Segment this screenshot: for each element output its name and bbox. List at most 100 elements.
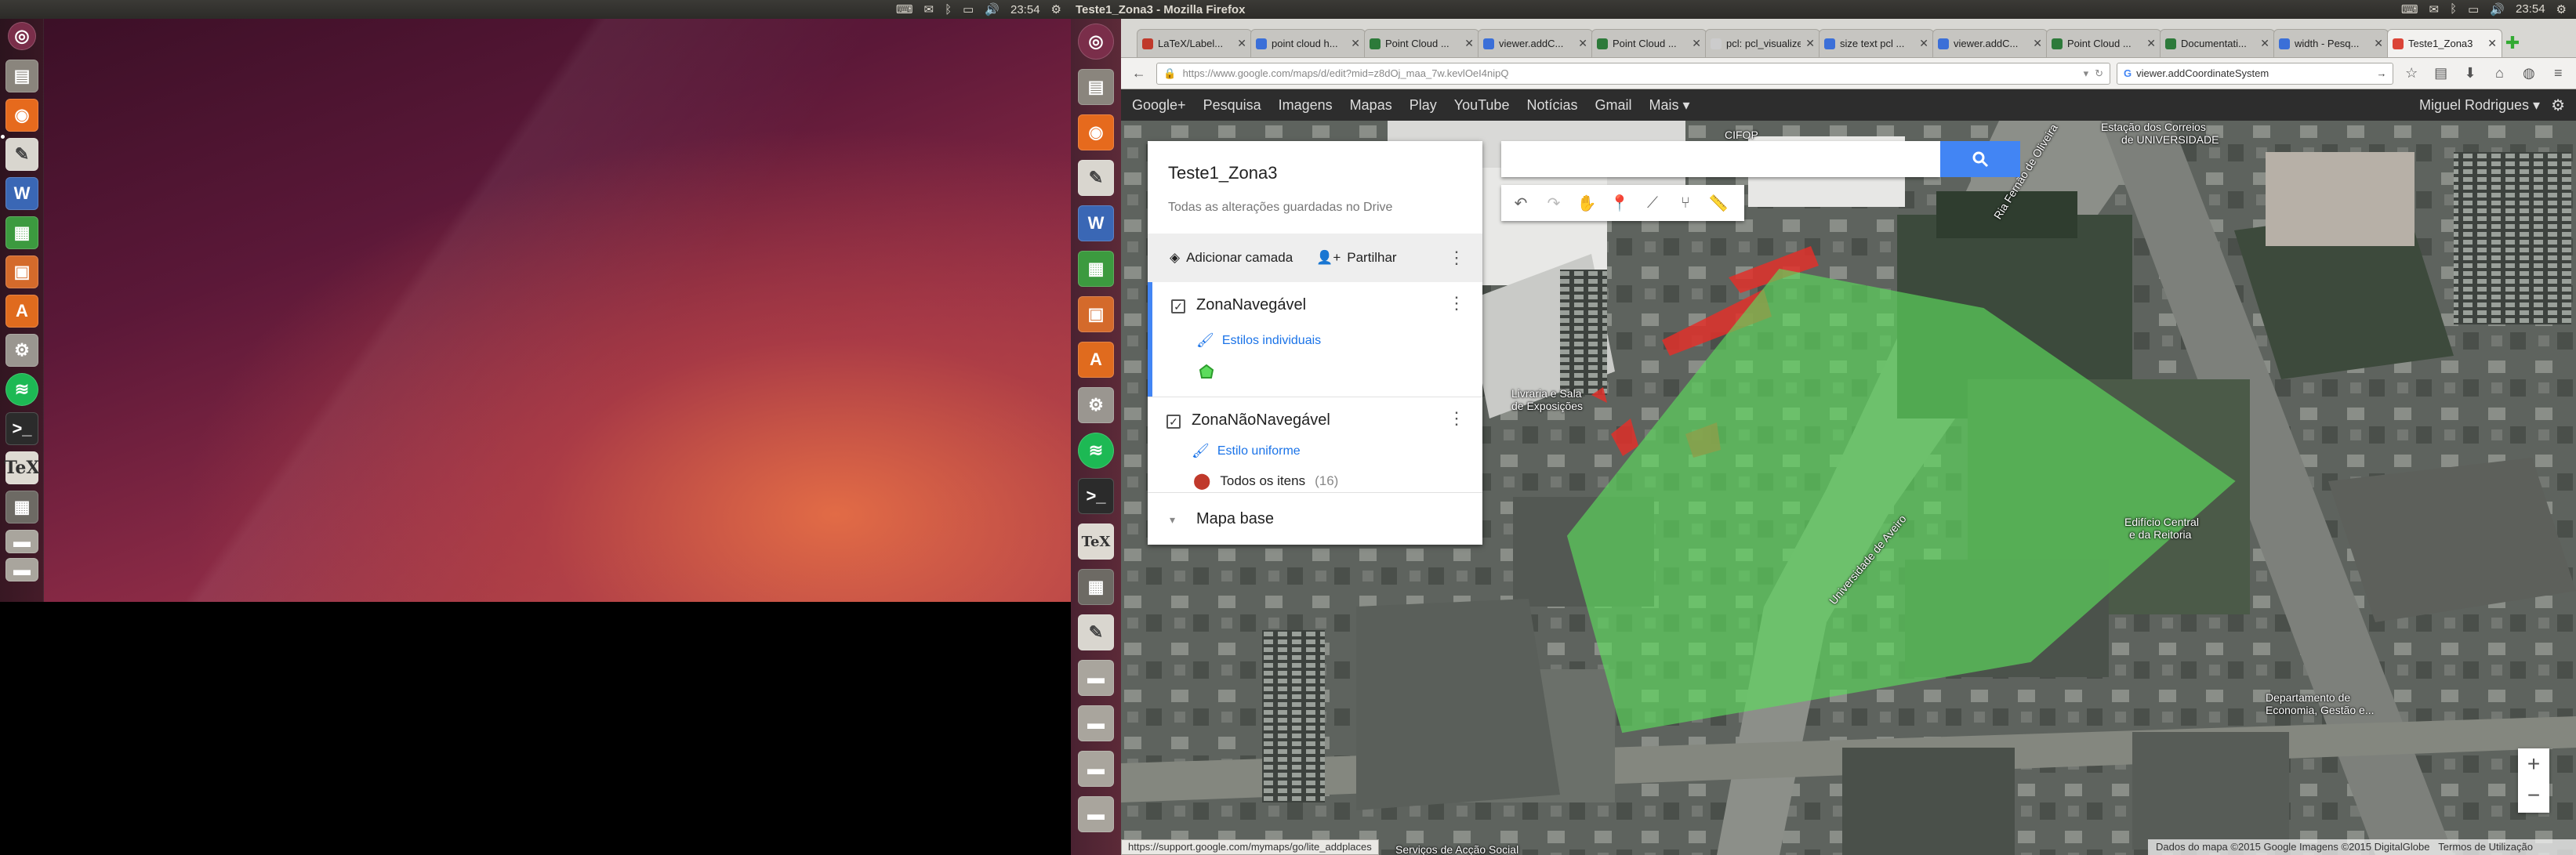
settings-icon[interactable]: ⚙ (5, 334, 38, 367)
spotify-icon[interactable]: ≋ (1078, 433, 1114, 469)
close-tab-icon[interactable]: ✕ (1464, 37, 1474, 50)
mail-icon[interactable]: ✉ (924, 2, 934, 16)
all-items-row[interactable]: ⬤ Todos os itens (16) (1193, 471, 1338, 491)
battery-icon[interactable]: ▭ (963, 2, 974, 16)
close-tab-icon[interactable]: ✕ (1805, 37, 1815, 50)
close-tab-icon[interactable]: ✕ (1578, 37, 1587, 50)
tab-11[interactable]: Teste1_Zona3 ✕ (2387, 29, 2502, 57)
undo-icon[interactable]: ↶ (1506, 188, 1536, 218)
editor-icon-2[interactable]: ✎ (1078, 614, 1114, 650)
close-tab-icon[interactable]: ✕ (2487, 37, 2497, 50)
polygon-feature-icon[interactable] (1198, 364, 1215, 381)
map-title[interactable]: Teste1_Zona3 (1168, 163, 1277, 183)
calc-icon[interactable]: ▦ (5, 216, 38, 249)
text-editor-icon[interactable]: ✎ (5, 138, 38, 171)
text-editor-icon[interactable]: ✎ (1078, 160, 1114, 196)
tab-4[interactable]: Point Cloud ... ✕ (1591, 29, 1707, 57)
layer2-name[interactable]: ZonaNãoNavegável (1192, 411, 1330, 429)
share-button[interactable]: 👤+ Partilhar (1316, 250, 1396, 266)
marker-icon[interactable]: 📍 (1605, 188, 1634, 218)
tab-0[interactable]: LaTeX/Label... ✕ (1137, 29, 1252, 57)
close-tab-icon[interactable]: ✕ (1919, 37, 1928, 50)
google-link-8[interactable]: Mais ▾ (1649, 97, 1690, 114)
dropdown-icon[interactable]: ▾ (2084, 67, 2089, 80)
drive-icon[interactable]: ▬ (1078, 660, 1114, 696)
tab-8[interactable]: Point Cloud ... ✕ (2046, 29, 2161, 57)
volume-icon[interactable]: 🔊 (2490, 2, 2505, 16)
volume-icon[interactable]: 🔊 (985, 2, 1000, 16)
drive-icon[interactable]: ▬ (5, 530, 38, 553)
home-icon[interactable]: ⌂ (2488, 62, 2511, 85)
star-icon[interactable]: ☆ (2400, 62, 2422, 85)
texmaker-icon[interactable]: TeX (5, 451, 39, 484)
hand-icon[interactable]: ✋ (1572, 188, 1602, 218)
terminal-icon[interactable]: >_ (5, 412, 38, 445)
url-bar[interactable]: 🔒 https://www.google.com/maps/d/edit?mid… (1156, 62, 2110, 85)
tab-1[interactable]: point cloud h... ✕ (1250, 29, 1366, 57)
map-search-button[interactable] (1940, 141, 2020, 177)
new-tab-icon[interactable]: ✚ (2501, 29, 2524, 57)
close-tab-icon[interactable]: ✕ (2374, 37, 2383, 50)
keyboard-icon[interactable]: ⌨ (2401, 2, 2418, 16)
reload-icon[interactable]: ↻ (2095, 67, 2103, 80)
firefox-icon[interactable]: ◉ (1078, 114, 1114, 150)
google-link-7[interactable]: Gmail (1595, 97, 1631, 114)
layer-zona-nao-navegavel[interactable]: ✓ ZonaNãoNavegável ⋮ 🖌 Estilo uniforme ⬤… (1148, 397, 1482, 491)
layer2-checkbox[interactable]: ✓ (1166, 415, 1181, 429)
files-icon[interactable]: ▤ (1078, 69, 1114, 105)
files-icon[interactable]: ▤ (5, 60, 38, 92)
drive-icon-3[interactable]: ▬ (1078, 751, 1114, 787)
dash-icon[interactable]: ◎ (8, 22, 36, 50)
terms-link[interactable]: Termos de Utilização (2438, 841, 2533, 853)
close-tab-icon[interactable]: ✕ (2260, 37, 2269, 50)
user-menu[interactable]: Miguel Rodrigues ▾ (2419, 97, 2540, 114)
redo-icon[interactable]: ↷ (1539, 188, 1569, 218)
drive-icon-4[interactable]: ▬ (1078, 796, 1114, 832)
google-link-4[interactable]: Play (1410, 97, 1437, 114)
tab-2[interactable]: Point Cloud ... ✕ (1364, 29, 1479, 57)
tab-10[interactable]: width - Pesq... ✕ (2273, 29, 2389, 57)
search-go-icon[interactable]: → (2376, 67, 2386, 79)
directions-icon[interactable]: ⑂ (1671, 188, 1700, 218)
dash-icon[interactable]: ◎ (1078, 24, 1114, 60)
impress-icon[interactable]: ▣ (5, 255, 38, 288)
settings-icon[interactable]: ⚙ (1078, 387, 1114, 423)
draw-line-icon[interactable]: ⟋ (1638, 188, 1667, 218)
workspace-switcher-icon[interactable]: ▦ (5, 491, 38, 524)
power-gear-icon[interactable]: ⚙ (2556, 2, 2567, 16)
chat-icon[interactable]: ◍ (2517, 62, 2540, 85)
bookmarks-icon[interactable]: ▤ (2429, 62, 2452, 85)
close-tab-icon[interactable]: ✕ (2146, 37, 2156, 50)
gear-icon[interactable]: ⚙ (2551, 96, 2565, 115)
close-tab-icon[interactable]: ✕ (1692, 37, 1701, 50)
layer1-options-icon[interactable]: ⋮ (1448, 295, 1465, 312)
menu-icon[interactable]: ≡ (2547, 62, 2570, 85)
layer2-style-link[interactable]: 🖌 Estilo uniforme (1192, 443, 1301, 459)
ruler-icon[interactable]: 📏 (1703, 188, 1733, 218)
tab-7[interactable]: viewer.addC... ✕ (1932, 29, 2048, 57)
search-text[interactable]: viewer.addCoordinateSystem (2136, 67, 2371, 79)
writer-icon[interactable]: W (1078, 205, 1114, 241)
layer1-style-link[interactable]: 🖌 Estilos individuais (1196, 332, 1321, 349)
keyboard-icon[interactable]: ⌨ (896, 2, 913, 16)
impress-icon[interactable]: ▣ (1078, 296, 1114, 332)
search-bar[interactable]: G viewer.addCoordinateSystem → (2117, 62, 2394, 85)
calc-icon[interactable]: ▦ (1078, 251, 1114, 287)
google-link-2[interactable]: Imagens (1279, 97, 1333, 114)
google-link-5[interactable]: YouTube (1454, 97, 1510, 114)
add-layer-button[interactable]: ◈ Adicionar camada (1170, 250, 1293, 266)
google-link-6[interactable]: Notícias (1526, 97, 1577, 114)
battery-icon[interactable]: ▭ (2468, 2, 2479, 16)
close-tab-icon[interactable]: ✕ (1351, 37, 1360, 50)
google-link-1[interactable]: Pesquisa (1203, 97, 1261, 114)
terminal-icon[interactable]: >_ (1078, 478, 1114, 514)
drive-icon-2[interactable]: ▬ (1078, 705, 1114, 741)
map-options-icon[interactable]: ⋮ (1448, 249, 1465, 266)
bluetooth-icon[interactable]: ᛒ (945, 3, 952, 16)
writer-icon[interactable]: W (5, 177, 38, 210)
bluetooth-icon[interactable]: ᛒ (2450, 2, 2457, 16)
firefox-icon[interactable]: ◉ (5, 99, 38, 132)
texmaker-icon[interactable]: TeX (1078, 524, 1114, 560)
layer1-checkbox[interactable]: ✓ (1171, 299, 1185, 313)
download-icon[interactable]: ⬇ (2458, 62, 2481, 85)
